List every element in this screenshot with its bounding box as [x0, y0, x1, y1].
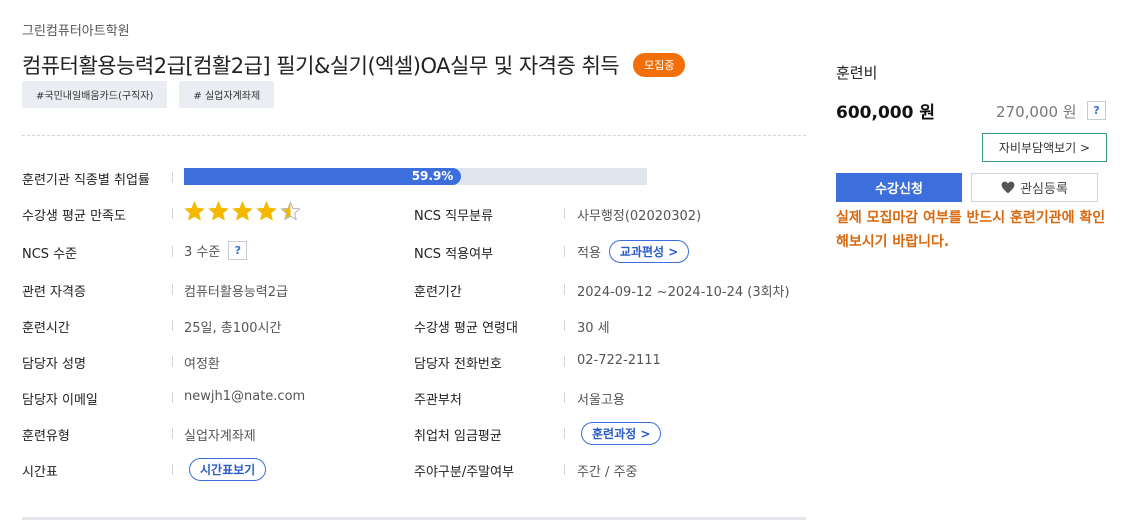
ministry-label: 주관부처 — [414, 393, 462, 408]
employment-rate-label: 훈련기관 직종별 취업률 — [22, 173, 150, 188]
divider — [564, 464, 565, 475]
star-icon — [232, 201, 253, 221]
training-type-value: 실업자계좌제 — [184, 429, 256, 444]
satisfaction-stars — [184, 201, 301, 222]
tag-account[interactable]: # 실업자계좌제 — [179, 81, 275, 108]
star-icon — [184, 201, 205, 221]
training-time-label: 훈련시간 — [22, 321, 70, 336]
ncs-apply-value: 적용 — [577, 246, 601, 261]
fee-help-button[interactable]: ? — [1087, 101, 1106, 120]
divider — [22, 135, 806, 136]
ncs-apply-value-group: 적용 교과편성 > — [577, 240, 690, 263]
divider — [564, 284, 565, 295]
phone-label: 담당자 전화번호 — [414, 357, 502, 372]
manager-email-label: 담당자 이메일 — [22, 393, 98, 408]
manager-name-value: 여정환 — [184, 357, 220, 372]
timetable-button[interactable]: 시간표보기 — [189, 458, 267, 481]
divider — [564, 392, 565, 403]
training-time-value: 25일, 총100시간 — [184, 321, 282, 336]
fee-label: 훈련비 — [836, 64, 878, 82]
certificate-value: 컴퓨터활용능력2급 — [184, 285, 288, 300]
apply-button[interactable]: 수강신청 — [836, 173, 962, 202]
employment-rate-fill: 59.9% — [184, 168, 462, 185]
ministry-value: 서울고용 — [577, 393, 625, 408]
ncs-level-value-group: 3 수준 ? — [184, 241, 248, 260]
divider — [564, 246, 565, 257]
manager-name-label: 담당자 성명 — [22, 357, 86, 372]
period-label: 훈련기간 — [414, 285, 462, 300]
ncs-level-value: 3 수준 — [184, 245, 221, 260]
star-icon — [256, 201, 277, 221]
divider — [172, 356, 173, 367]
divider — [564, 428, 565, 439]
divider — [564, 320, 565, 331]
divider — [172, 464, 173, 475]
curriculum-button[interactable]: 교과편성 > — [608, 240, 690, 263]
bottom-divider — [22, 517, 806, 520]
ncs-class-value: 사무행정(02020302) — [577, 209, 702, 224]
divider — [172, 172, 173, 183]
satisfaction-label: 수강생 평균 만족도 — [22, 209, 126, 224]
self-pay-amount: 270,000 원 — [996, 103, 1077, 121]
timetable-label: 시간표 — [22, 465, 58, 480]
ncs-class-label: NCS 직무분류 — [414, 209, 494, 224]
employment-rate-bar: 59.9% — [184, 168, 647, 185]
title-row: 컴퓨터활용능력2급[컴활2급] 필기&실기(엑셀)OA실무 및 자격증 취득 모… — [22, 50, 686, 80]
schedule-label: 주야구분/주말여부 — [414, 465, 515, 480]
divider — [172, 208, 173, 219]
fee-amount: 600,000 원 — [836, 103, 935, 123]
divider — [172, 428, 173, 439]
schedule-value: 주간 / 주중 — [577, 465, 638, 480]
divider — [172, 284, 173, 295]
heart-icon — [1001, 181, 1015, 194]
self-pay-button[interactable]: 자비부담액보기 > — [982, 133, 1107, 162]
training-course-button[interactable]: 훈련과정 > — [581, 422, 662, 445]
divider — [172, 320, 173, 331]
age-label: 수강생 평균 연령대 — [414, 321, 518, 336]
institution-name: 그린컴퓨터아트학원 — [22, 24, 130, 39]
ncs-level-label: NCS 수준 — [22, 247, 78, 262]
favorite-label: 관심등록 — [1020, 182, 1068, 197]
wage-label: 취업처 임금평균 — [414, 429, 502, 444]
star-icon — [280, 201, 301, 221]
divider — [172, 392, 173, 403]
manager-email-value: newjh1@nate.com — [184, 389, 306, 404]
wage-value-group: 훈련과정 > — [581, 422, 662, 445]
certificate-label: 관련 자격증 — [22, 285, 86, 300]
course-title: 컴퓨터활용능력2급[컴활2급] 필기&실기(엑셀)OA실무 및 자격증 취득 — [22, 54, 620, 78]
timetable-value-group: 시간표보기 — [189, 458, 267, 481]
phone-value: 02-722-2111 — [577, 353, 661, 368]
period-value: 2024-09-12 ~2024-10-24 (3회차) — [577, 285, 790, 300]
star-icon — [208, 201, 229, 221]
employment-rate-value: 59.9% — [411, 169, 454, 183]
tag-card[interactable]: #국민내일배움카드(구직자) — [22, 81, 168, 108]
training-type-label: 훈련유형 — [22, 429, 70, 444]
status-badge: 모집중 — [633, 53, 686, 77]
ncs-level-help-button[interactable]: ? — [228, 241, 248, 260]
notice-text: 실제 모집마감 여부를 반드시 훈련기관에 확인해보시기 바랍니다. — [836, 210, 1106, 250]
ncs-apply-label: NCS 적용여부 — [414, 247, 494, 262]
divider — [564, 208, 565, 219]
divider — [564, 356, 565, 367]
divider — [172, 246, 173, 257]
favorite-button[interactable]: 관심등록 — [971, 173, 1098, 202]
tag-list: #국민내일배움카드(구직자) # 실업자계좌제 — [22, 81, 275, 108]
age-value: 30 세 — [577, 321, 610, 336]
